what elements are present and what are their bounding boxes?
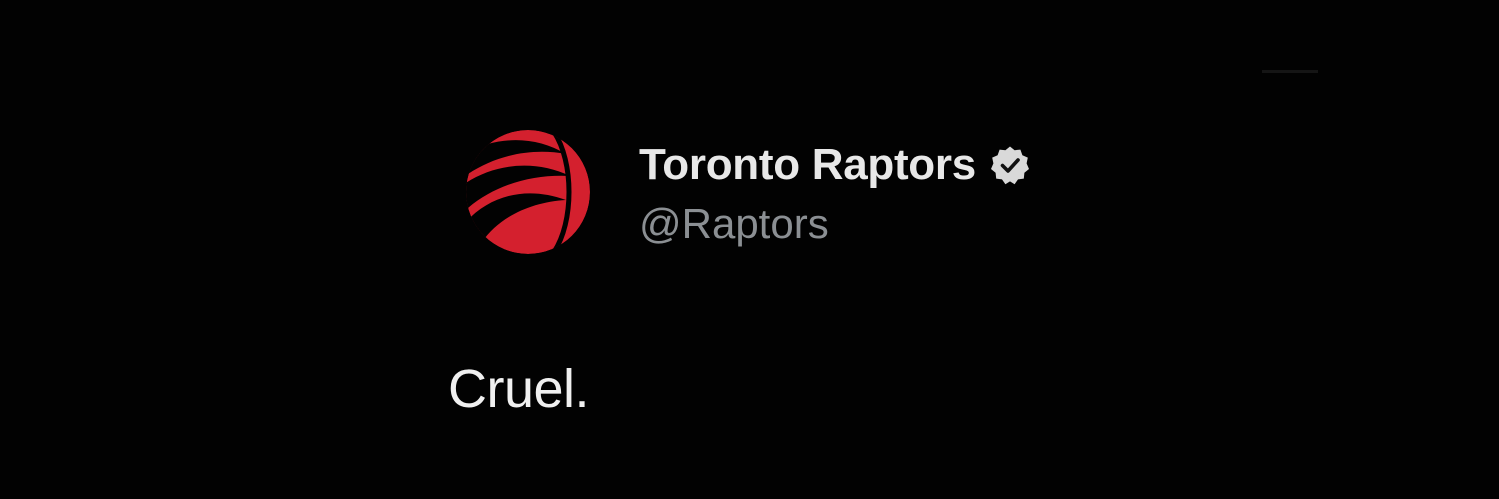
tweet-card: Toronto Raptors @Raptors Cruel. xyxy=(0,0,1499,499)
raptors-claw-ball-logo-icon xyxy=(466,130,590,254)
name-row: Toronto Raptors xyxy=(639,138,1030,192)
author-handle[interactable]: @Raptors xyxy=(639,200,1030,248)
tweet-text: Cruel. xyxy=(448,359,590,419)
verified-badge-icon xyxy=(990,145,1030,185)
author-display-name[interactable]: Toronto Raptors xyxy=(639,138,976,192)
tweet-header: Toronto Raptors @Raptors xyxy=(639,138,1030,248)
divider xyxy=(1262,70,1318,73)
avatar[interactable] xyxy=(462,128,594,256)
